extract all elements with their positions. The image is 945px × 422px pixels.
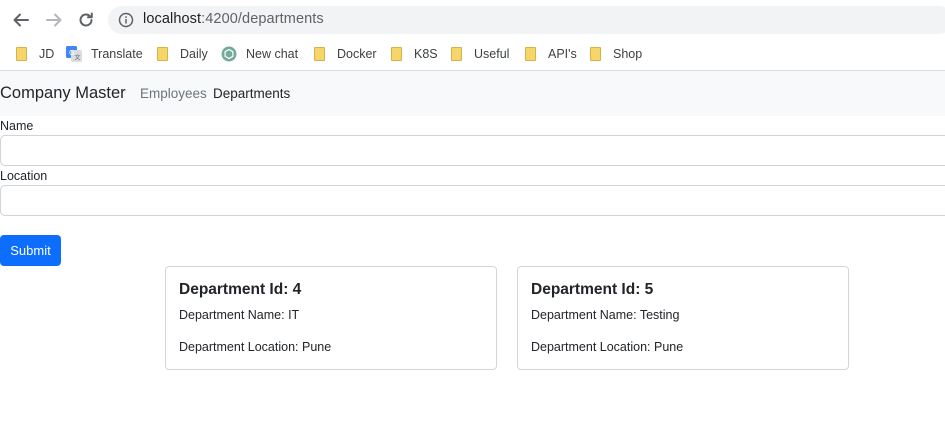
bookmark-label: Docker: [337, 47, 377, 61]
bookmark-shop[interactable]: Shop: [590, 44, 642, 64]
department-location: Department Location: Pune: [179, 340, 332, 354]
folder-icon: [157, 47, 168, 61]
bookmark-translate[interactable]: G 文 Translate: [66, 44, 143, 64]
url-path: :4200/departments: [201, 11, 324, 27]
bookmark-useful[interactable]: Useful: [451, 44, 509, 64]
folder-icon: [525, 47, 536, 61]
bookmark-label: Daily: [180, 47, 208, 61]
url-text: localhost:4200/departments: [143, 11, 324, 27]
arrow-right-icon: [46, 13, 62, 27]
bookmark-label: K8S: [414, 47, 438, 61]
department-id: Department Id: 4: [179, 281, 302, 298]
nav-link-employees[interactable]: Employees: [140, 86, 207, 101]
department-location: Department Location: Pune: [531, 340, 684, 354]
department-id: Department Id: 5: [531, 281, 654, 298]
department-card: Department Id: 5 Department Name: Testin…: [517, 266, 849, 370]
folder-icon: [451, 47, 462, 61]
bookmark-docker[interactable]: Docker: [314, 44, 377, 64]
app-navbar: Company Master Employees Departments: [0, 71, 945, 116]
info-icon[interactable]: [118, 12, 134, 28]
bookmark-label: Useful: [474, 47, 510, 61]
folder-icon: [314, 47, 325, 61]
reload-icon: [79, 12, 93, 27]
location-label: Location: [0, 169, 48, 183]
reload-button[interactable]: [74, 8, 98, 32]
bookmark-label: JD: [39, 47, 55, 61]
department-name: Department Name: Testing: [531, 308, 680, 322]
bookmark-label: Shop: [613, 47, 643, 61]
url-host: localhost: [143, 11, 202, 27]
bookmark-jd[interactable]: JD: [16, 44, 54, 64]
arrow-left-icon: [13, 13, 29, 27]
google-translate-icon: G 文: [66, 46, 82, 62]
forward-button[interactable]: [42, 8, 66, 32]
folder-icon: [590, 47, 601, 61]
svg-text:文: 文: [75, 54, 81, 62]
folder-icon: [391, 47, 402, 61]
bookmark-new-chat[interactable]: New chat: [221, 44, 298, 64]
bookmark-label: New chat: [246, 47, 299, 61]
name-label: Name: [0, 119, 34, 133]
folder-icon: [16, 47, 27, 61]
back-button[interactable]: [9, 8, 33, 32]
browser-toolbar: localhost:4200/departments: [0, 0, 945, 38]
bookmark-k8s[interactable]: K8S: [391, 44, 438, 64]
nav-link-departments[interactable]: Departments: [213, 86, 290, 101]
bookmark-label: API's: [548, 47, 577, 61]
bookmarks-bar: JD G 文 Translate Daily New chat Docker K…: [0, 38, 945, 71]
department-name: Department Name: IT: [179, 308, 300, 322]
brand-link[interactable]: Company Master: [0, 84, 126, 103]
name-input[interactable]: [0, 135, 945, 166]
department-card: Department Id: 4 Department Name: IT Dep…: [165, 266, 497, 370]
bookmark-label: Translate: [91, 47, 143, 61]
submit-button[interactable]: Submit: [0, 235, 61, 266]
chatgpt-icon: [221, 46, 237, 62]
location-input[interactable]: [0, 185, 945, 216]
bookmark-daily[interactable]: Daily: [157, 44, 208, 64]
address-bar[interactable]: localhost:4200/departments: [108, 6, 945, 34]
bookmark-apis[interactable]: API's: [525, 44, 577, 64]
